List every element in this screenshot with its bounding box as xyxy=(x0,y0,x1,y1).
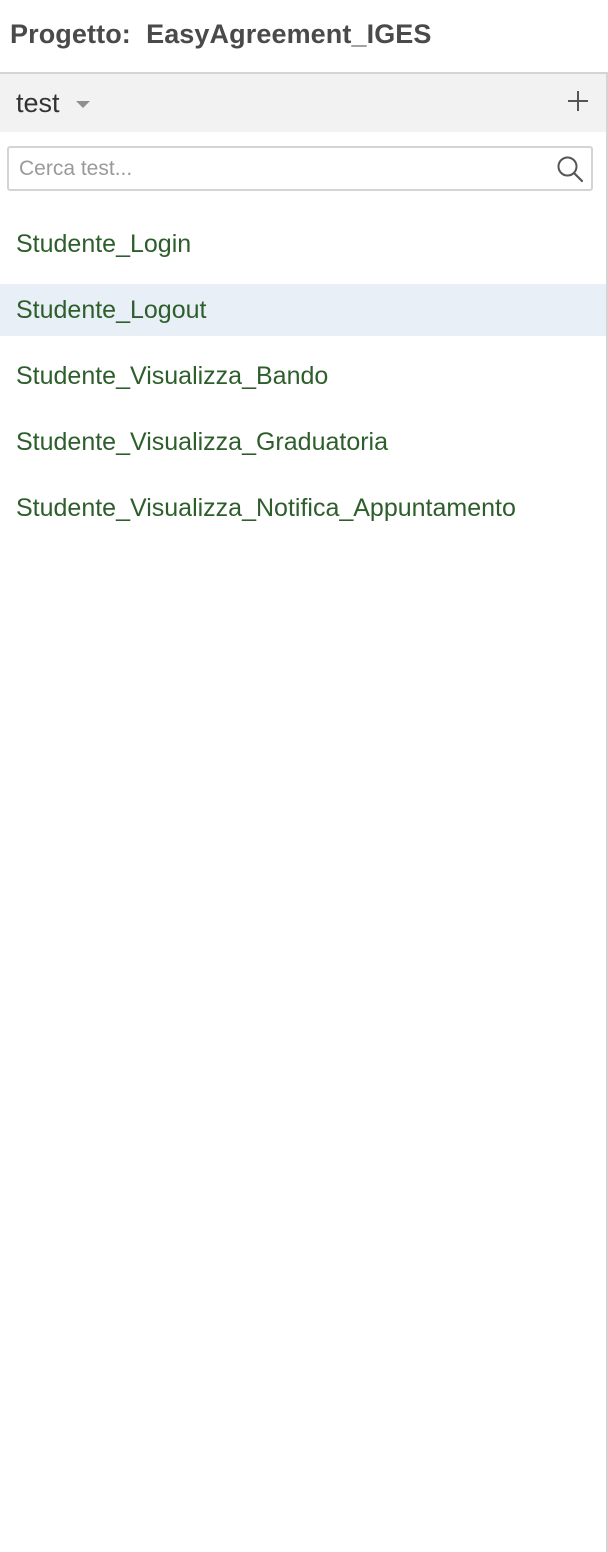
search-box xyxy=(7,146,593,191)
test-panel: test Studente_LoginStudente_LogoutStuden… xyxy=(0,74,608,1552)
test-type-dropdown[interactable]: test xyxy=(16,88,90,119)
test-list: Studente_Login Studente_Logout Studente_Vi… xyxy=(0,218,606,534)
test-explorer-page: Progetto: EasyAgreement_IGES test Cerca … xyxy=(0,0,608,1552)
test-item-label: Studente_Visualizza_Notifica_Appuntament… xyxy=(16,493,516,522)
test-item-label: Studente_Logout xyxy=(16,295,207,324)
test-item-label: Studente_Visualizza_Graduatoria xyxy=(16,427,389,456)
test-toolbar: test xyxy=(0,74,606,132)
test-list-item[interactable]: Studente_Visualizza_Notifica_Appuntament… xyxy=(0,482,606,534)
test-list-item[interactable]: Studente_Logout xyxy=(0,284,606,336)
search-container xyxy=(0,132,606,191)
test-item-label: Studente_Login xyxy=(16,229,192,258)
test-item-label: Studente_Visualizza_Bando xyxy=(16,361,329,390)
test-list-item[interactable]: Studente_Visualizza_Graduatoria xyxy=(0,416,606,468)
test-list-item[interactable]: Studente_Visualizza_Bando xyxy=(0,350,606,402)
search-icon[interactable] xyxy=(555,154,585,184)
plus-icon xyxy=(568,91,588,111)
search-input[interactable] xyxy=(9,148,591,189)
add-test-button[interactable] xyxy=(562,85,594,117)
project-header: Progetto: EasyAgreement_IGES xyxy=(0,0,608,74)
project-title: Progetto: EasyAgreement_IGES xyxy=(10,19,432,49)
test-type-label: test xyxy=(16,87,60,118)
caret-down-icon xyxy=(75,100,90,108)
test-list-item[interactable]: Studente_Login xyxy=(0,218,606,270)
